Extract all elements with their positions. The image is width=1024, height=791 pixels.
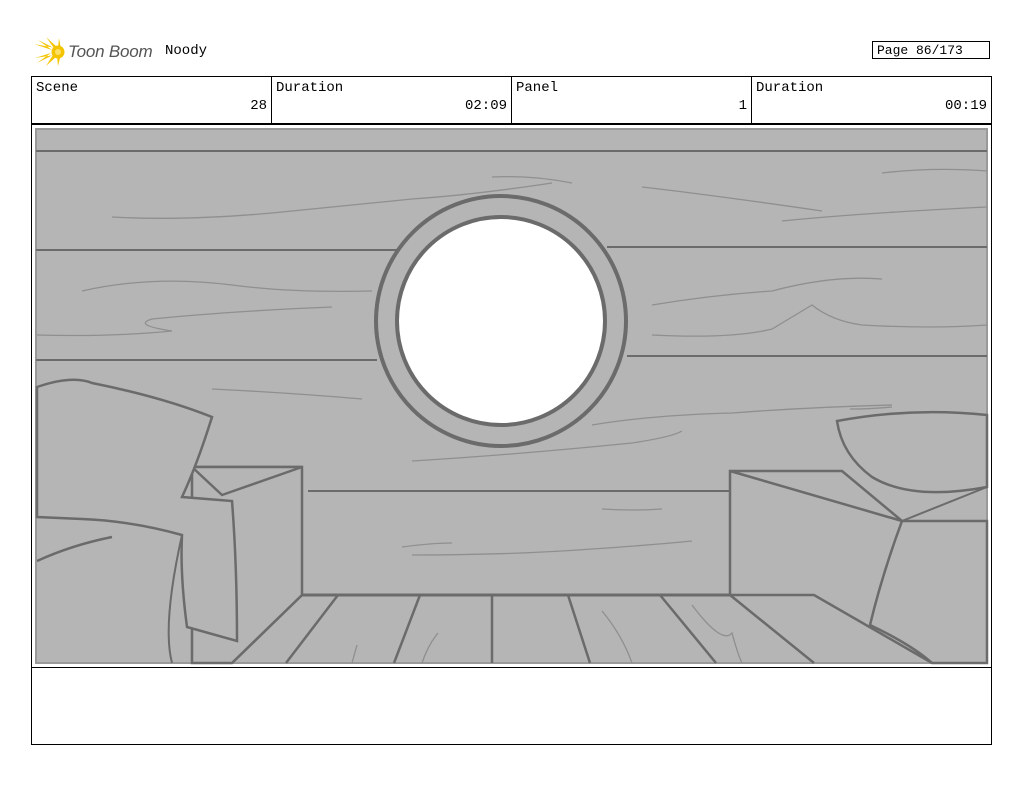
scene-duration-label: Duration	[276, 80, 344, 96]
toon-boom-logo: Toon Boom	[32, 36, 153, 68]
page-indicator: Page 86/173	[872, 41, 990, 59]
storyboard-panel	[31, 124, 992, 668]
project-name: Noody	[165, 43, 208, 59]
panel-sketch	[35, 128, 989, 665]
scene-cell: Scene 28	[32, 77, 272, 123]
panel-label: Panel	[516, 80, 559, 96]
scene-duration-value: 02:09	[464, 98, 507, 114]
panel-duration-value: 00:19	[944, 98, 987, 114]
scene-value: 28	[250, 98, 267, 114]
logo-text: Toon Boom	[68, 42, 153, 61]
panel-value: 1	[738, 98, 747, 114]
starburst-icon	[34, 37, 65, 66]
panel-info-row: Scene 28 Duration 02:09 Panel 1 Duration…	[31, 76, 992, 124]
panel-duration-cell: Duration 00:19	[752, 77, 991, 123]
panel-cell: Panel 1	[512, 77, 752, 123]
scene-duration-cell: Duration 02:09	[272, 77, 512, 123]
panel-duration-label: Duration	[756, 80, 824, 96]
panel-notes-area	[31, 667, 992, 745]
scene-label: Scene	[36, 80, 79, 96]
